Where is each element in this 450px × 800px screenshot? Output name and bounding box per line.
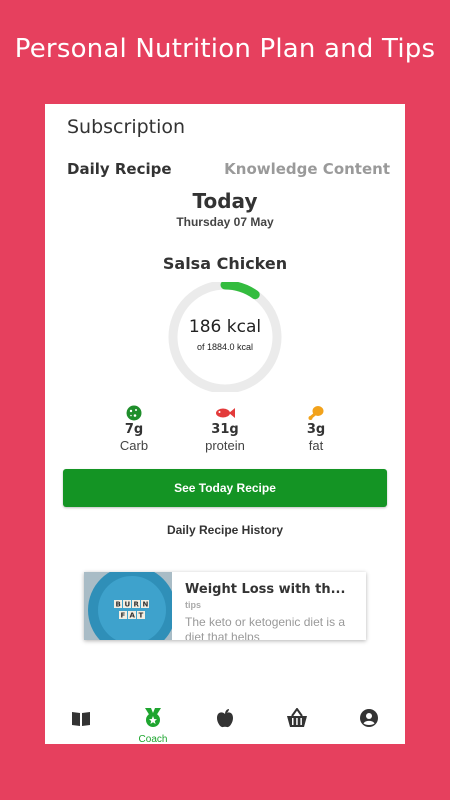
calorie-value: 186 kcal [188,317,262,337]
page-title: Subscription [67,116,186,138]
nav-item-library[interactable] [51,708,111,733]
see-today-recipe-button[interactable]: See Today Recipe [63,469,387,507]
svg-text:T: T [139,612,144,620]
day-title: Today [192,189,258,213]
calorie-ring-track [168,282,282,392]
daily-recipe-history-link[interactable]: Daily Recipe History [45,523,405,537]
macro-fat-value: 3g [306,422,326,437]
drumstick-icon [281,404,351,422]
promo-headline: Personal Nutrition Plan and Tips [14,34,436,64]
nav-item-coach[interactable]: Coach [123,708,183,744]
calorie-total: of 1884.0 kcal [196,342,254,352]
tab-daily-recipe[interactable]: Daily Recipe [67,160,172,178]
apple-icon [217,709,233,728]
svg-text:N: N [143,601,149,609]
coach-medal-icon [145,708,161,727]
svg-text:F: F [121,612,126,620]
nav-item-shop[interactable] [267,707,327,733]
cookie-icon [99,404,169,422]
calorie-ring-progress [220,282,260,300]
article-tag: tips [185,600,202,610]
profile-icon [360,709,378,727]
macro-protein: 31g protein [190,404,260,453]
basket-icon [287,707,307,727]
nav-item-profile[interactable] [339,708,399,733]
book-icon [72,712,90,726]
macro-carb-label: Carb [119,438,149,453]
svg-text:R: R [134,601,140,609]
article-thumbnail: B U R N F A T [84,572,172,640]
macro-protein-value: 31g [211,422,239,437]
macro-fat: 3g fat [281,404,351,453]
article-card[interactable]: B U R N F A T Weight Loss with th... tip… [84,572,366,640]
app-screen: Subscription Daily Recipe Knowledge Cont… [45,104,405,744]
svg-text:A: A [130,612,136,620]
nav-label-coach: Coach [138,734,168,744]
article-excerpt: The keto or ketogenic diet is a diet tha… [185,615,346,640]
macro-carb: 7g Carb [99,404,169,453]
recipe-name: Salsa Chicken [162,254,288,273]
macro-fat-label: fat [308,438,324,453]
fish-icon [190,404,260,422]
svg-text:U: U [125,601,131,609]
tile-text-burn-b: B [116,601,121,609]
nav-item-nutrition[interactable] [195,708,255,733]
macro-carb-value: 7g [124,422,144,437]
calorie-ring [168,282,282,392]
macro-protein-label: protein [205,438,245,453]
bottom-navigation: Coach [45,702,405,744]
article-title: Weight Loss with th... [185,582,346,597]
tab-knowledge-content[interactable]: Knowledge Content [224,160,390,178]
date-label: Thursday 07 May [176,215,274,229]
